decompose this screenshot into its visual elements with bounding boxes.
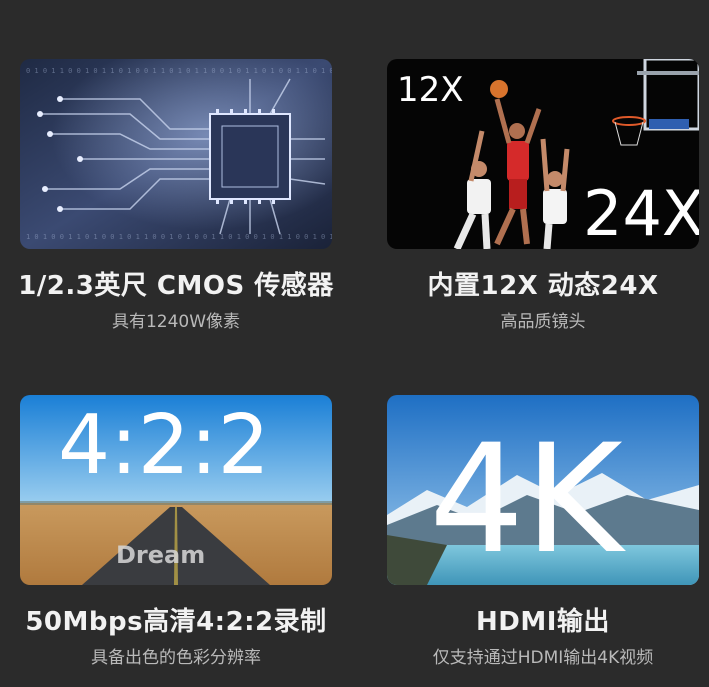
desert-road-image: 4:2:2 Dream: [20, 395, 332, 585]
feature-subtitle: 具备出色的色彩分辨率: [91, 648, 261, 668]
feature-title: 50Mbps高清4:2:2录制: [25, 607, 327, 637]
feature-subtitle: 仅支持通过HDMI输出4K视频: [432, 648, 654, 668]
svg-text:1 0 1 0 0 1 1 0 1 0 0 1 0 1 1: 1 0 1 0 0 1 1 0 1 0 0 1 0 1 1 0 0 1 0 1 …: [26, 233, 332, 241]
mountain-lake-image: 4K: [387, 395, 699, 585]
4k-overlay: 4K: [429, 413, 626, 585]
ratio-overlay: 4:2:2: [58, 398, 270, 493]
feature-title: 1/2.3英尺 CMOS 传感器: [18, 271, 334, 301]
svg-text:0 1 0 1 1 0 0 1 0 1 1 0 1 0 0: 0 1 0 1 1 0 0 1 0 1 1 0 1 0 0 1 1 0 1 0 …: [26, 67, 332, 75]
feature-title: 内置12X 动态24X: [427, 271, 659, 301]
road-dream-text: Dream: [116, 541, 205, 569]
zoom-12x-label: 12X: [397, 70, 464, 110]
feature-title: HDMI输出: [476, 607, 610, 637]
feature-subtitle: 具有1240W像素: [111, 312, 241, 332]
basketball-image: 12X 24X: [387, 59, 699, 249]
cmos-chip-image: 0 1 0 1 1 0 0 1 0 1 1 0 1 0 0 1 1 0 1 0 …: [20, 59, 332, 249]
feature-subtitle: 高品质镜头: [500, 312, 586, 332]
zoom-24x-label: 24X: [583, 177, 699, 249]
